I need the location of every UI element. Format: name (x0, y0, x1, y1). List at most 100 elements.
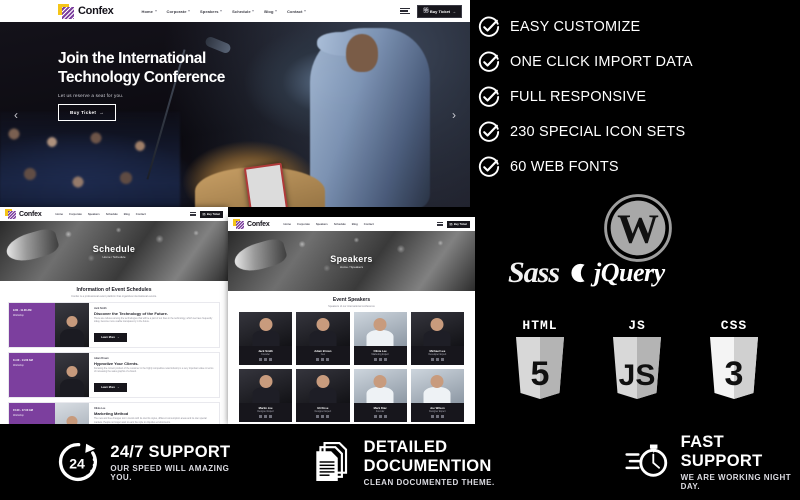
slider-next-icon[interactable]: › (452, 108, 456, 122)
css3-logo: CSS 3 (706, 318, 762, 401)
nav-item-schedule[interactable]: Schedule (106, 213, 118, 216)
schedule-row[interactable]: 9.00 - 11.00 AM Workshop Jack Smith Disc… (8, 301, 220, 348)
page-title: Schedule (92, 243, 136, 254)
linkedin-icon (383, 414, 387, 418)
footer-item-documentation: DETAILED DOCUMENTION CLEAN DOCUMENTED TH… (313, 438, 559, 487)
nav-item-speakers[interactable]: Speakers (88, 213, 100, 216)
schedule-kind: Workshop (13, 363, 24, 367)
speaker-card[interactable]: Mark Diaz Founder (353, 368, 407, 422)
chevron-down-icon (275, 10, 277, 12)
preview-menu: Home Corporate Speakers Schedule Blog Co… (56, 213, 146, 216)
linkedin-icon (440, 414, 444, 418)
jquery-logo-text: jQuery (594, 258, 665, 287)
speaker-card[interactable]: Adam Brown Ceo (296, 311, 350, 365)
nav-item-contact[interactable]: Contact (136, 213, 146, 216)
learn-more-button[interactable]: Learn More → (94, 332, 127, 342)
css3-shield-icon: 3 (710, 337, 758, 399)
speaker-card[interactable]: Joe Wilson Designer Expert (410, 368, 464, 422)
ticket-icon: §§ (202, 212, 206, 216)
nav-item-blog[interactable]: Blog (124, 213, 130, 216)
logo-purple-square (236, 221, 244, 229)
speakers-grid: Jack Smith Founder Adam Brown Ceo Olivia… (236, 311, 467, 422)
nav-item-contact[interactable]: Contact (287, 8, 307, 14)
speaker-role: Founder (261, 353, 270, 356)
speaker-name: Joe Wilson (430, 405, 445, 410)
schedule-row[interactable]: 11.00 - 14.00 AM Workshop Adam Brown Hyp… (8, 351, 220, 398)
chevron-down-icon (252, 10, 255, 12)
linkedin-icon (269, 414, 273, 418)
social-icons[interactable] (356, 414, 405, 418)
hero-copy: Join the International Technology Confer… (58, 50, 273, 121)
promo-banner: Confex Home Corporate Speakers Schedule (0, 0, 800, 500)
social-icons[interactable] (413, 414, 462, 418)
nav-item-home[interactable]: Home (141, 9, 157, 14)
buy-ticket-button[interactable]: §§ Buy Ticket (199, 210, 223, 218)
speaker-card[interactable]: Jack Smith Founder (239, 311, 293, 365)
social-icons[interactable] (241, 357, 290, 361)
speaker-meta: Michael Lee Developer Expert (411, 346, 464, 365)
speaker-card[interactable]: Martin Joe Designer Expert (239, 368, 293, 422)
logo-purple-square (62, 6, 74, 19)
speaker-card[interactable]: Olivia Lee Marketing Expert (353, 311, 407, 365)
preview-menu: Home Corporate Speakers Schedule Blog Co… (284, 223, 374, 226)
hero-heading-block: Schedule Home / Schedule (0, 221, 228, 281)
schedule-time: 9.00 - 11.00 AM (13, 308, 32, 312)
nav-label: Contact (287, 8, 303, 14)
social-icons[interactable] (298, 357, 347, 361)
site-navbar: Confex Home Corporate Speakers Schedule (0, 0, 470, 22)
social-icons[interactable] (298, 414, 347, 418)
nav-item-blog[interactable]: Blog (264, 9, 277, 14)
section-title: Information of Event Schedules (76, 287, 152, 293)
hamburger-menu-icon[interactable] (400, 7, 411, 15)
nav-item-contact[interactable]: Contact (364, 223, 374, 226)
buy-ticket-button[interactable]: §§ Buy Ticket (446, 220, 470, 228)
hero-buy-ticket-button[interactable]: Buy Ticket → (58, 103, 117, 121)
nav-item-speakers[interactable]: Speakers (200, 9, 223, 14)
html5-shield-icon: 5 (516, 337, 564, 399)
hamburger-menu-icon[interactable] (189, 211, 196, 217)
hamburger-menu-icon[interactable] (436, 221, 443, 227)
nav-item-home[interactable]: Home (284, 223, 291, 226)
schedule-info: Olivia Lee Marketing Method The new and … (89, 403, 219, 424)
hero-heading-block: Speakers Home / Speakers (228, 231, 475, 291)
nav-item-home[interactable]: Home (56, 213, 63, 216)
hero-title-line2: Technology Conference (58, 68, 226, 86)
schedule-time: 11.00 - 14.00 AM (13, 358, 33, 362)
arrow-right-icon: → (116, 385, 120, 389)
twitter-icon (321, 414, 325, 418)
social-icons[interactable] (413, 357, 462, 361)
nav-item-corporate[interactable]: Corporate (69, 213, 82, 216)
slider-prev-icon[interactable]: ‹ (14, 108, 18, 122)
learn-more-button[interactable]: Learn More → (94, 382, 127, 392)
tablet-device (243, 162, 289, 207)
footer-item-fast-support: FAST SUPPORT WE ARE WORKING NIGHT DAY. (625, 433, 800, 491)
buy-ticket-button[interactable]: §§ Buy Ticket → (417, 4, 462, 18)
hero-title: Join the International Technology Confer… (58, 50, 273, 88)
nav-item-speakers[interactable]: Speakers (316, 223, 328, 226)
css3-digit: 3 (725, 355, 744, 393)
chevron-down-icon (220, 10, 223, 12)
buy-ticket-label: Buy Ticket (206, 212, 220, 216)
nav-item-corporate[interactable]: Corporate (297, 223, 310, 226)
nav-item-corporate[interactable]: Corporate (167, 9, 191, 14)
nav-item-schedule[interactable]: Schedule (334, 223, 346, 226)
schedule-info: Jack Smith Discover the Technology of th… (89, 303, 219, 347)
preview-logo[interactable]: Confex (5, 209, 42, 219)
speaker-role: Designer Expert (314, 410, 332, 413)
shield-logos: HTML 5 JS JS CSS 3 (512, 318, 762, 401)
ticket-icon: §§ (423, 8, 429, 14)
speaker-card[interactable]: Eli Rose Designer Expert (296, 368, 350, 422)
social-icons[interactable] (241, 414, 290, 418)
schedule-row[interactable]: 15.00 - 17.00 AM Workshop Olivia Lee Mar… (8, 401, 220, 424)
nav-item-blog[interactable]: Blog (352, 223, 358, 226)
social-icons[interactable] (356, 357, 405, 361)
nav-item-schedule[interactable]: Schedule (232, 9, 255, 14)
site-logo[interactable]: Confex (58, 3, 114, 19)
page-title: Speakers (330, 253, 373, 264)
section-title: Event Speakers (332, 297, 371, 303)
preview-logo[interactable]: Confex (233, 219, 270, 229)
speaker-card[interactable]: Michael Lee Developer Expert (410, 311, 464, 365)
arrow-right-icon: → (99, 109, 105, 115)
twitter-icon (435, 414, 439, 418)
speaker-name: Martin Joe (258, 405, 273, 410)
